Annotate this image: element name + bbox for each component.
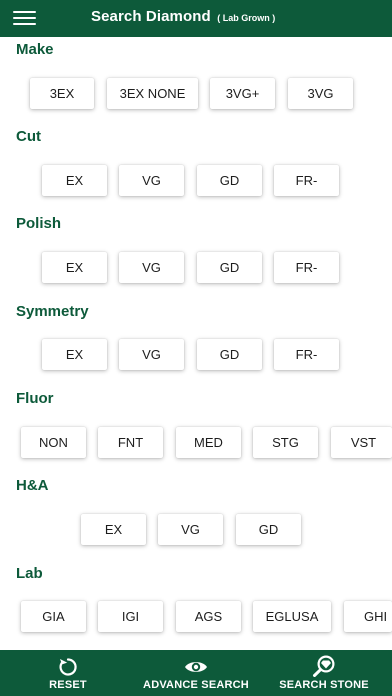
reset-label: RESET [49, 679, 87, 691]
page-title-text: Search Diamond [91, 8, 211, 25]
hamburger-menu-icon[interactable] [13, 10, 36, 26]
polish-option-ex[interactable]: EX [42, 252, 107, 283]
polish-option-vg[interactable]: VG [119, 252, 184, 283]
polish-label: Polish [16, 215, 62, 232]
make-option-3ex-none[interactable]: 3EX NONE [107, 78, 198, 109]
cut-option-ex[interactable]: EX [42, 165, 107, 196]
search-stone-label: SEARCH STONE [279, 679, 369, 691]
make-options: 3EX 3EX NONE 3VG+ 3VG [0, 78, 392, 112]
advance-search-label: ADVANCE SEARCH [143, 679, 249, 691]
lab-option-ags[interactable]: AGS [176, 601, 241, 632]
lab-options: GIA IGI AGS EGLUSA GHI [0, 601, 392, 635]
symmetry-option-gd[interactable]: GD [197, 339, 262, 370]
cut-label: Cut [16, 128, 41, 145]
make-option-3ex[interactable]: 3EX [30, 78, 94, 109]
fluor-option-non[interactable]: NON [21, 427, 86, 458]
fluor-options: NON FNT MED STG VST [0, 427, 392, 461]
make-label: Make [16, 41, 54, 58]
polish-option-fr[interactable]: FR- [274, 252, 339, 283]
lab-option-ghi[interactable]: GHI [344, 601, 392, 632]
bottom-action-bar: RESET ADVANCE SEARCH SEARCH STONE [0, 650, 392, 696]
app-header: Search Diamond ( Lab Grown ) [0, 0, 392, 37]
ha-option-vg[interactable]: VG [158, 514, 223, 545]
lab-option-igi[interactable]: IGI [98, 601, 163, 632]
symmetry-option-fr[interactable]: FR- [274, 339, 339, 370]
lab-option-gia[interactable]: GIA [21, 601, 86, 632]
page-subtitle: ( Lab Grown ) [217, 13, 276, 23]
ha-label: H&A [16, 477, 49, 494]
symmetry-option-vg[interactable]: VG [119, 339, 184, 370]
lab-option-eglusa[interactable]: EGLUSA [253, 601, 331, 632]
lab-label: Lab [16, 565, 43, 582]
search-diamond-icon [312, 655, 336, 682]
symmetry-options: EX VG GD FR- [0, 339, 392, 373]
ha-option-gd[interactable]: GD [236, 514, 301, 545]
make-option-3vg[interactable]: 3VG [288, 78, 353, 109]
polish-option-gd[interactable]: GD [197, 252, 262, 283]
fluor-label: Fluor [16, 390, 54, 407]
ha-option-ex[interactable]: EX [81, 514, 146, 545]
fluor-option-stg[interactable]: STG [253, 427, 318, 458]
polish-options: EX VG GD FR- [0, 252, 392, 286]
fluor-option-fnt[interactable]: FNT [98, 427, 163, 458]
ha-options: EX VG GD [0, 514, 392, 548]
cut-option-gd[interactable]: GD [197, 165, 262, 196]
symmetry-label: Symmetry [16, 303, 89, 320]
fluor-option-vst[interactable]: VST [331, 427, 392, 458]
fluor-option-med[interactable]: MED [176, 427, 241, 458]
cut-option-fr[interactable]: FR- [274, 165, 339, 196]
symmetry-option-ex[interactable]: EX [42, 339, 107, 370]
cut-option-vg[interactable]: VG [119, 165, 184, 196]
advance-search-button[interactable]: ADVANCE SEARCH [136, 650, 256, 696]
page-title: Search Diamond ( Lab Grown ) [91, 8, 275, 26]
make-option-3vg-plus[interactable]: 3VG+ [210, 78, 275, 109]
reset-button[interactable]: RESET [0, 650, 136, 696]
cut-options: EX VG GD FR- [0, 165, 392, 199]
eye-icon [184, 659, 208, 680]
search-stone-button[interactable]: SEARCH STONE [256, 650, 392, 696]
